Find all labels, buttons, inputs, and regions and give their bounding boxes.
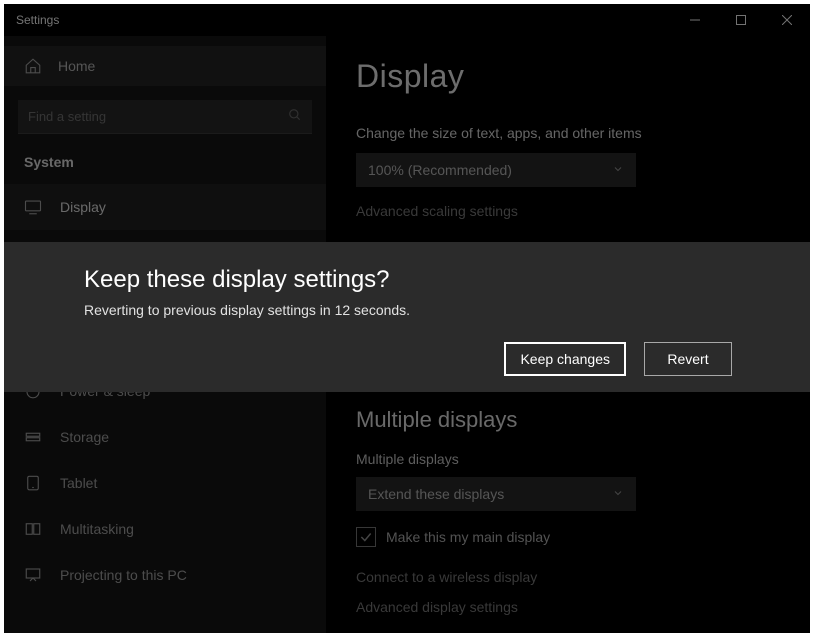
revert-button[interactable]: Revert bbox=[644, 342, 732, 376]
dialog-body: Reverting to previous display settings i… bbox=[84, 302, 740, 318]
dialog-buttons: Keep changes Revert bbox=[504, 342, 732, 376]
keep-changes-button[interactable]: Keep changes bbox=[504, 342, 626, 376]
settings-window: Settings Home Syste bbox=[0, 0, 814, 637]
dialog-title: Keep these display settings? bbox=[84, 266, 740, 294]
keep-settings-dialog: Keep these display settings? Reverting t… bbox=[4, 242, 810, 392]
